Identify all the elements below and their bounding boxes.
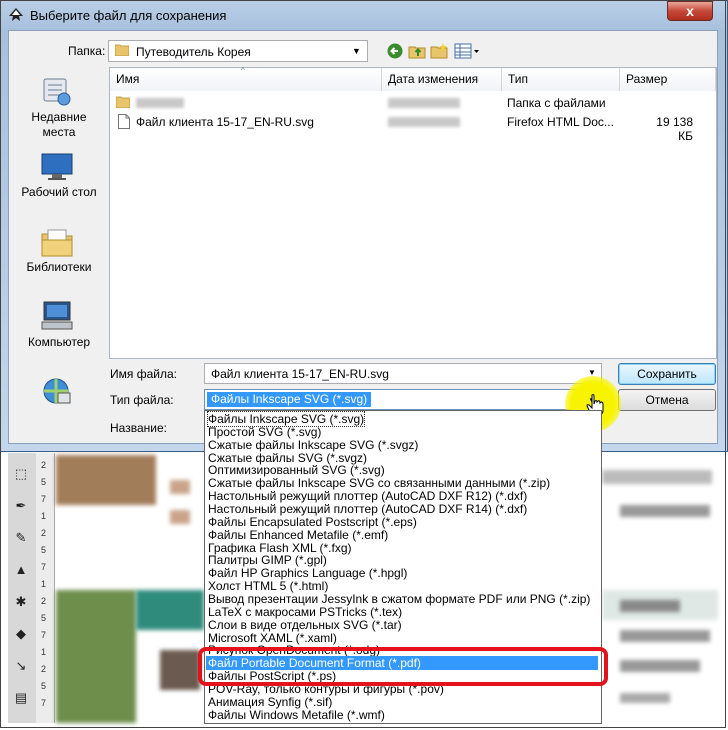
ruler-tick-label: 1	[41, 511, 47, 521]
dropdown-option[interactable]: Графика Flash XML (*.fxg)	[208, 541, 352, 555]
column-header-date[interactable]: Дата изменения	[382, 68, 502, 91]
view-menu-icon[interactable]	[454, 42, 480, 60]
canvas-image-block	[170, 480, 190, 494]
dropdown-option[interactable]: Оптимизированный SVG (*.svg)	[208, 463, 385, 477]
network-icon[interactable]	[40, 375, 72, 407]
ruler-tick-label: 5	[41, 681, 47, 691]
canvas-text-block	[620, 630, 710, 642]
folder-label: Папка:	[68, 44, 106, 58]
place-label-desktop[interactable]: Рабочий стол	[14, 185, 104, 199]
ruler-tick-label: 7	[41, 698, 47, 708]
chevron-down-icon[interactable]: ▼	[352, 46, 361, 56]
redacted-date	[388, 98, 460, 108]
desktop-icon[interactable]	[40, 152, 74, 182]
back-icon[interactable]	[386, 42, 404, 60]
place-label-recent-line2[interactable]: места	[14, 125, 104, 139]
place-label-libraries[interactable]: Библиотеки	[14, 260, 104, 274]
column-header-name[interactable]: Имя	[110, 68, 382, 91]
libraries-icon[interactable]	[40, 226, 74, 258]
canvas-teal-banner	[136, 590, 204, 630]
dropdown-option[interactable]: Холст HTML 5 (*.html)	[208, 579, 328, 593]
ruler-tick-label: 7	[41, 494, 47, 504]
text-tool-icon[interactable]: ▤	[12, 690, 30, 708]
dropper-tool-icon[interactable]: ✒	[12, 498, 30, 516]
ruler-tick-label: 2	[41, 460, 47, 470]
column-header-size[interactable]: Размер	[620, 68, 716, 91]
file-name-cell: Файл клиента 15-17_EN-RU.svg	[136, 115, 314, 129]
canvas-image-block	[160, 650, 200, 690]
ruler-tick-label: 2	[41, 664, 47, 674]
document-icon	[118, 114, 130, 129]
current-folder-name: Путеводитель Корея	[136, 45, 251, 59]
place-label-recent[interactable]: Недавние	[14, 110, 104, 124]
ruler-tick-label: 7	[41, 562, 47, 572]
bucket-tool-icon[interactable]: ▲	[12, 562, 30, 580]
close-button[interactable]: x	[667, 1, 713, 21]
spray-tool-icon[interactable]: ✱	[12, 594, 30, 612]
filename-label: Имя файла:	[110, 367, 177, 381]
new-folder-icon[interactable]	[430, 42, 448, 60]
inkscape-app-icon	[9, 8, 23, 21]
ruler-tick-label: 5	[41, 477, 47, 487]
dropdown-option[interactable]: Слои в виде отдельных SVG (*.tar)	[208, 618, 402, 632]
ruler-tick-label: 5	[41, 545, 47, 555]
ruler-tick-label: 1	[41, 647, 47, 657]
save-button[interactable]: Сохранить	[618, 363, 716, 385]
window-title: Выберите файл для сохранения	[30, 8, 227, 23]
file-size-cell: 19 138 КБ	[656, 115, 693, 143]
dropdown-option[interactable]: Файлы Inkscape SVG (*.svg)	[206, 411, 366, 427]
dropdown-option[interactable]: Файлы Enhanced Metafile (*.emf)	[208, 528, 388, 542]
canvas-text-block	[620, 693, 670, 703]
file-type-cell: Firefox HTML Doc...	[507, 115, 614, 129]
pen-tool-icon[interactable]: ✎	[12, 530, 30, 548]
connector-tool-icon[interactable]: ↘	[12, 658, 30, 676]
canvas-text-block	[620, 505, 710, 517]
canvas-text-block	[620, 600, 680, 612]
sort-ascending-icon: ^	[241, 66, 245, 75]
canvas-text-block	[602, 470, 712, 484]
filetype-selected-value: Файлы Inkscape SVG (*.svg)	[207, 392, 372, 407]
column-header-type[interactable]: Тип	[502, 68, 620, 91]
computer-icon[interactable]	[40, 300, 74, 332]
annotation-red-frame	[198, 647, 608, 686]
ruler-tick-label: 1	[41, 579, 47, 589]
canvas-photo	[56, 590, 136, 723]
ruler-tick-label: 2	[41, 596, 47, 606]
folder-icon	[115, 44, 129, 56]
place-label-computer[interactable]: Компьютер	[14, 335, 104, 349]
up-folder-icon[interactable]	[408, 42, 426, 60]
canvas-image-block	[170, 510, 190, 524]
cancel-button[interactable]: Отмена	[618, 389, 716, 411]
filetype-label: Тип файла:	[110, 393, 174, 407]
inkscape-toolbox	[8, 453, 37, 723]
recent-places-icon[interactable]	[40, 75, 72, 107]
title-label: Название:	[110, 421, 167, 435]
canvas-text-block	[620, 660, 700, 672]
ruler-tick-label: 5	[41, 613, 47, 623]
ruler-tick-label: 7	[41, 630, 47, 640]
redacted-date	[388, 117, 460, 127]
dropdown-option[interactable]: Файлы Windows Metafile (*.wmf)	[208, 708, 385, 722]
ruler-tick-label: 2	[41, 528, 47, 538]
dropdown-option[interactable]: Сжатые файлы Inkscape SVG (*.svgz)	[208, 438, 418, 452]
filename-input[interactable]: Файл клиента 15-17_EN-RU.svg	[204, 363, 602, 384]
eraser-tool-icon[interactable]: ◆	[12, 626, 30, 644]
node-tool-icon[interactable]: ⬚	[12, 466, 30, 484]
dropdown-option[interactable]: Вывод презентации JessyInk в сжатом форм…	[208, 592, 590, 606]
folder-icon	[116, 96, 130, 108]
dropdown-option[interactable]: Настольный режущий плоттер (AutoCAD DXF …	[208, 502, 527, 516]
canvas-image-block	[56, 455, 156, 505]
redacted-folder-name	[136, 98, 184, 108]
file-type-cell: Папка с файлами	[507, 96, 606, 110]
